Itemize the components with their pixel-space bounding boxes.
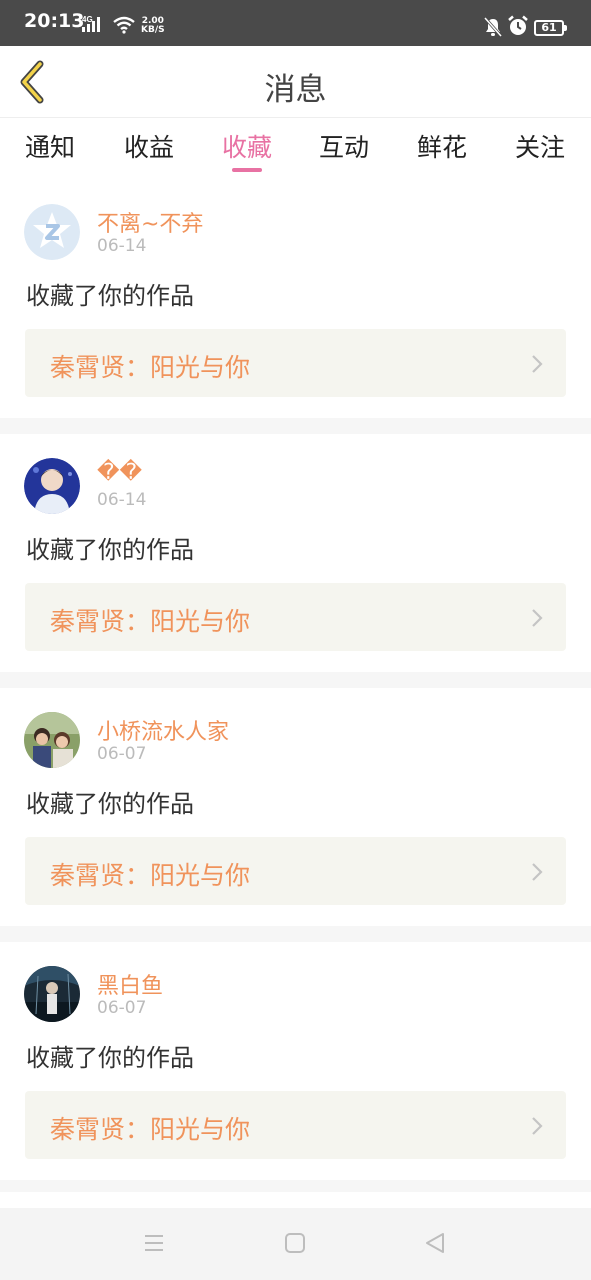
divider: [0, 672, 591, 688]
work-title: 秦霄贤：阳光与你: [50, 861, 251, 890]
bell-off-icon: [483, 17, 503, 41]
tab-bar: 通知 收益 收藏 互动 鲜花 关注: [0, 118, 591, 178]
divider: [0, 418, 591, 434]
chevron-right-icon: [532, 1117, 543, 1135]
message-text: 收藏了你的作品: [26, 536, 194, 564]
tab-favorites[interactable]: 收藏: [212, 128, 282, 164]
app-header: 消息: [0, 46, 591, 118]
message-date: 06-14: [97, 236, 147, 256]
system-nav-bar: [0, 1208, 591, 1280]
username[interactable]: 不离~不弃: [97, 206, 203, 238]
svg-text:4G: 4G: [82, 15, 93, 24]
message-text: 收藏了你的作品: [26, 1044, 194, 1072]
chevron-right-icon: [532, 863, 543, 881]
chevron-right-icon: [532, 355, 543, 373]
username[interactable]: ��: [97, 460, 142, 485]
page-title: 消息: [264, 72, 327, 108]
work-title: 秦霄贤：阳光与你: [50, 353, 251, 382]
tab-flowers[interactable]: 鲜花: [407, 128, 477, 164]
active-tab-indicator: [232, 168, 262, 172]
message-card: 黑白鱼 06-07 收藏了你的作品 秦霄贤：阳光与你: [0, 942, 591, 1180]
message-date: 06-14: [97, 490, 147, 510]
divider: [0, 1180, 591, 1192]
back-icon[interactable]: [424, 1232, 446, 1254]
chevron-right-icon: [532, 609, 543, 627]
signal-icon: 4G: [82, 14, 106, 38]
home-icon[interactable]: [284, 1232, 306, 1254]
work-link[interactable]: 秦霄贤：阳光与你: [25, 583, 566, 651]
alarm-icon: [507, 15, 529, 41]
username[interactable]: 黑白鱼: [97, 968, 163, 1000]
work-title: 秦霄贤：阳光与你: [50, 607, 251, 636]
tab-earnings[interactable]: 收益: [114, 128, 184, 164]
username[interactable]: 小桥流水人家: [97, 714, 229, 746]
avatar[interactable]: [24, 966, 80, 1022]
battery-icon: 61: [534, 20, 564, 36]
speed-unit: KB/S: [141, 25, 165, 35]
work-link[interactable]: 秦霄贤：阳光与你: [25, 1091, 566, 1159]
divider: [0, 926, 591, 942]
work-link[interactable]: 秦霄贤：阳光与你: [25, 837, 566, 905]
message-card: 不离~不弃 06-14 收藏了你的作品 秦霄贤：阳光与你: [0, 180, 591, 418]
battery-tip: [564, 25, 567, 31]
wifi-icon: [112, 16, 136, 38]
avatar[interactable]: [24, 458, 80, 514]
message-text: 收藏了你的作品: [26, 282, 194, 310]
avatar[interactable]: [24, 204, 80, 260]
work-link[interactable]: 秦霄贤：阳光与你: [25, 329, 566, 397]
message-card: �� 06-14 收藏了你的作品 秦霄贤：阳光与你: [0, 434, 591, 672]
tab-following[interactable]: 关注: [505, 128, 575, 164]
tab-notifications[interactable]: 通知: [15, 128, 85, 164]
message-card: 小桥流水人家 06-07 收藏了你的作品 秦霄贤：阳光与你: [0, 688, 591, 926]
message-date: 06-07: [97, 998, 147, 1018]
avatar[interactable]: [24, 712, 80, 768]
message-date: 06-07: [97, 744, 147, 764]
network-speed: 2.00 KB/S: [141, 17, 165, 35]
work-title: 秦霄贤：阳光与你: [50, 1115, 251, 1144]
status-time: 20:13: [24, 10, 85, 32]
tab-interactions[interactable]: 互动: [309, 128, 379, 164]
message-text: 收藏了你的作品: [26, 790, 194, 818]
status-bar: 20:13 4G 2.00 KB/S 61: [0, 0, 591, 46]
menu-icon[interactable]: [143, 1232, 165, 1254]
